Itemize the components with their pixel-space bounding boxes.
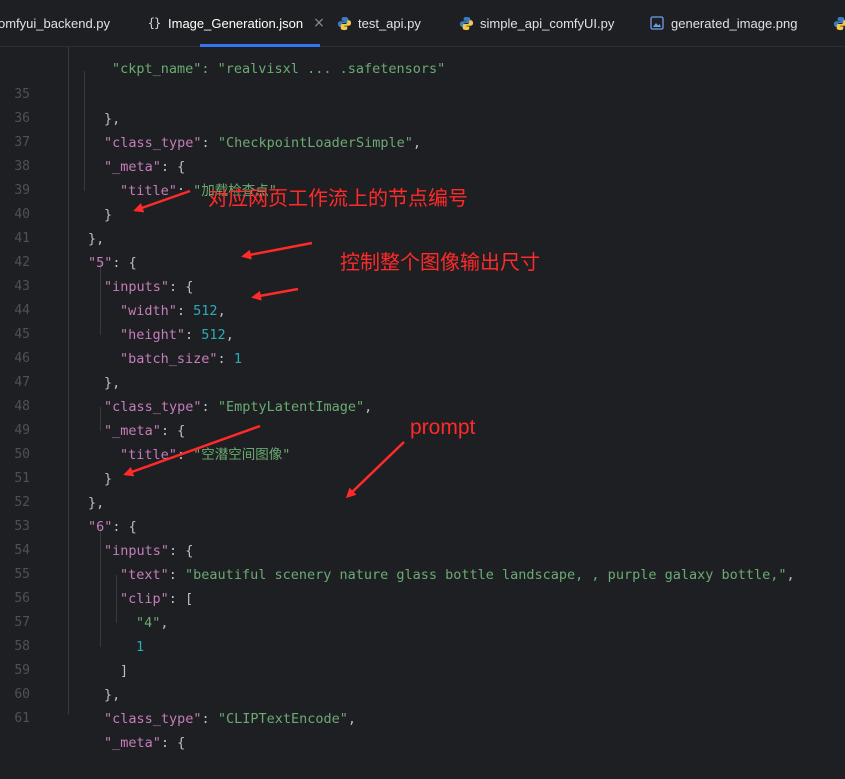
close-icon[interactable]: × — [313, 15, 325, 31]
annotation-node-id: 对应网页工作流上的节点编号 — [208, 186, 468, 210]
code-line: 51 }, — [14, 471, 105, 511]
code-line: 44 "height": 512, — [14, 303, 234, 343]
code-line: 39 } — [14, 183, 113, 223]
tab-label: generated_image.png — [671, 15, 798, 31]
code-line: 36 "class_type": "CheckpointLoaderSimple… — [14, 111, 422, 151]
code-line-partial: "ckpt_name": "realvisxl ... .safetensors… — [112, 61, 446, 77]
python-icon — [832, 15, 845, 31]
code-line: 38 "title": "加载检查点" — [14, 159, 277, 199]
code-line: 45 "batch_size": 1 — [14, 327, 242, 367]
code-line: 52 "6": { — [14, 495, 137, 535]
code-line: 37 "_meta": { — [14, 135, 186, 175]
tab-label: Image_Generation.json — [168, 15, 304, 31]
annotation-prompt: prompt — [410, 416, 476, 439]
code-editor[interactable]: "ckpt_name": "realvisxl ... .safetensors… — [0, 47, 845, 751]
python-icon — [458, 15, 474, 31]
code-line: 61 "_meta": { — [14, 711, 186, 751]
tab-label: simple_api_comfyUI.py — [480, 15, 615, 31]
code-line: 35 }, — [14, 87, 121, 127]
code-line: 46 }, — [14, 351, 121, 391]
code-line: 55 "clip": [ — [14, 567, 194, 607]
code-line: 56 "4", — [14, 591, 169, 631]
code-line: 58 ] — [14, 639, 129, 679]
code-line: 57 1 — [14, 615, 145, 655]
code-line: 54 "text": "beautiful scenery nature gla… — [14, 543, 795, 583]
tab-label: omfyui_backend.py — [0, 15, 111, 31]
image-icon — [649, 15, 665, 31]
code-line: 48 "_meta": { — [14, 399, 186, 439]
code-line: 59 }, — [14, 663, 121, 703]
annotation-image-size: 控制整个图像输出尺寸 — [340, 250, 540, 274]
json-icon: {} — [147, 16, 161, 30]
code-line: 53 "inputs": { — [14, 519, 194, 559]
code-line: 60 "class_type": "CLIPTextEncode", — [14, 687, 356, 727]
python-icon — [336, 15, 352, 31]
code-line: 47 "class_type": "EmptyLatentImage", — [14, 375, 373, 415]
tab-label: test_api.py — [358, 15, 421, 31]
